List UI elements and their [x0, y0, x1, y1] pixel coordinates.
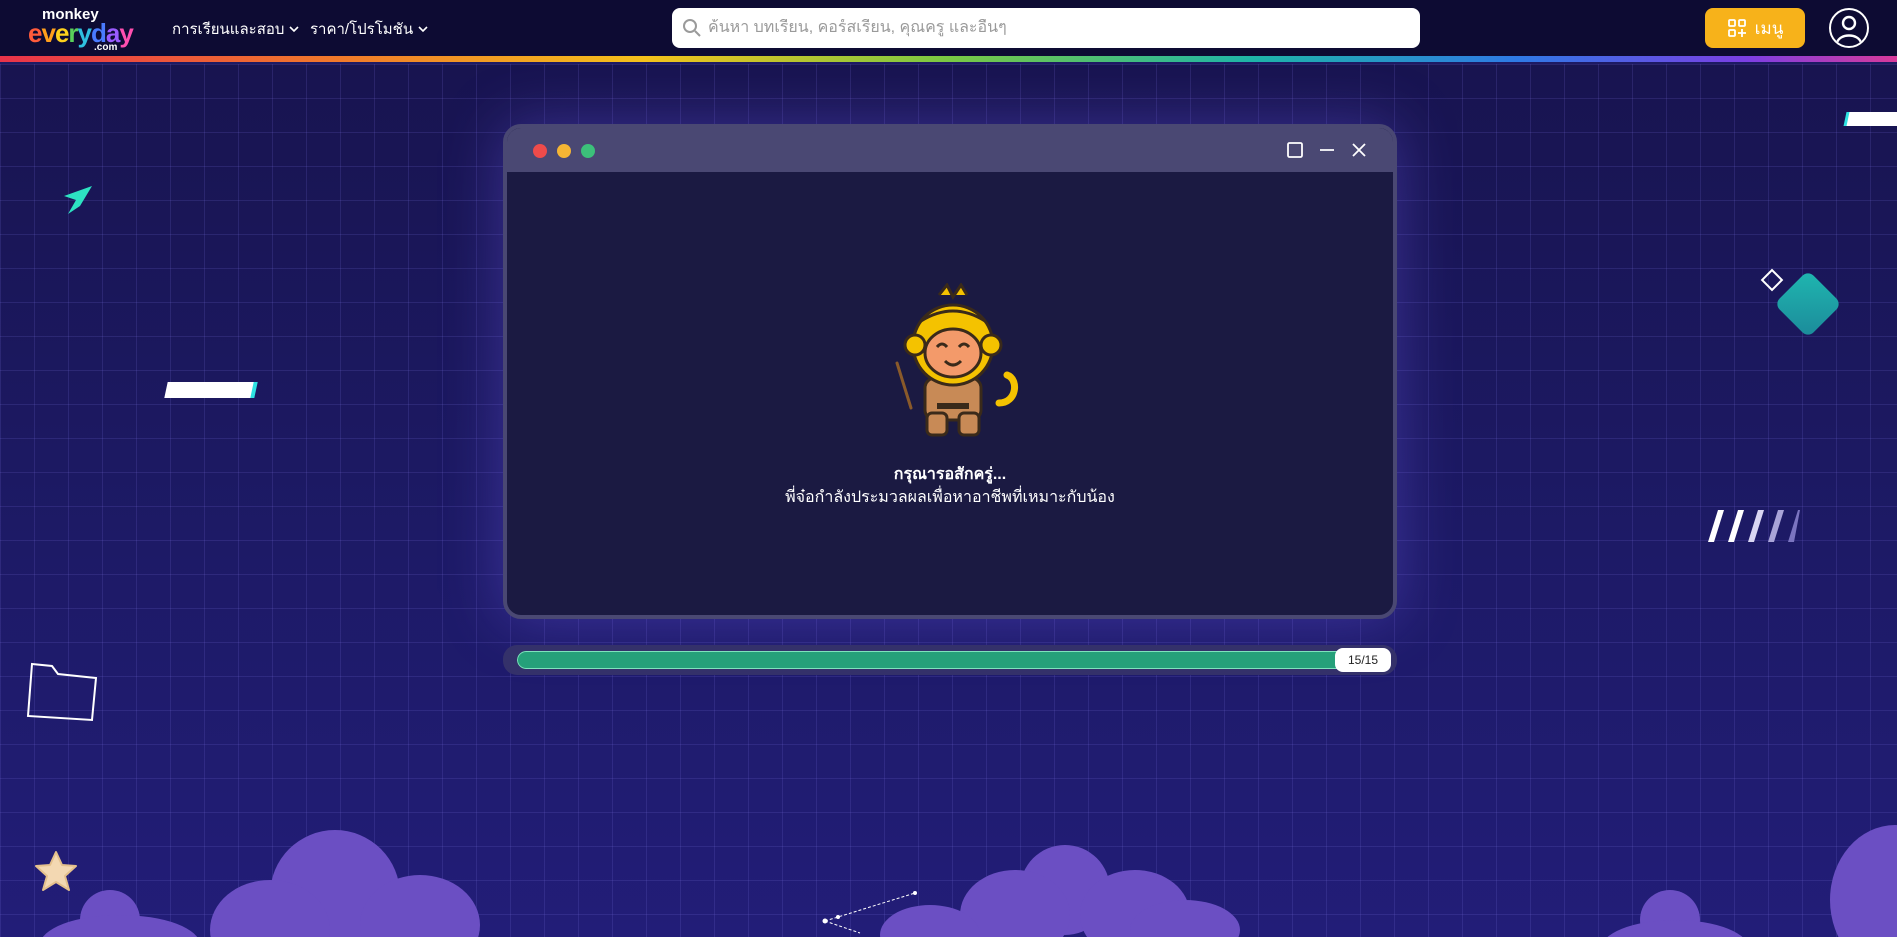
rainbow-divider	[0, 56, 1897, 62]
minimize-icon[interactable]	[1317, 140, 1337, 160]
progress-fill	[517, 651, 1383, 669]
loading-window: กรุณารอสักครู่... พี่จ๋อกำลังประมวลผลเพื…	[503, 124, 1397, 619]
window-titlebar	[507, 128, 1393, 172]
user-icon	[1835, 15, 1863, 44]
nav-learning-label: การเรียนและสอบ	[172, 21, 285, 38]
menu-button[interactable]: เมนู	[1705, 8, 1805, 48]
nav-pricing-label: ราคา/โปรโมชัน	[310, 21, 414, 38]
apps-grid-icon	[1727, 19, 1746, 37]
chevron-down-icon	[418, 26, 428, 33]
search-input[interactable]	[708, 19, 1388, 37]
star-icon	[35, 851, 77, 891]
user-avatar-icon[interactable]	[1829, 8, 1869, 48]
nav-pricing-dropdown[interactable]: ราคา/โปรโมชัน	[310, 17, 429, 41]
logo[interactable]: monkey everyday .com	[28, 6, 148, 53]
loading-title: กรุณารอสักครู่...	[893, 466, 1007, 483]
search-bar[interactable]	[672, 8, 1420, 48]
menu-label: เมนู	[1754, 18, 1784, 38]
nav-learning-dropdown[interactable]: การเรียนและสอบ	[172, 17, 300, 41]
progress-bar: 15/15	[503, 645, 1397, 675]
progress-track	[517, 651, 1383, 669]
maximize-icon[interactable]	[1285, 140, 1305, 160]
zoom-dot	[581, 144, 595, 158]
stripes-decor	[1708, 510, 1800, 542]
monkey-mascot-icon	[895, 283, 1018, 437]
top-navigation: monkey everyday .com การเรียนและสอบ ราคา…	[0, 0, 1897, 58]
chevron-down-icon	[289, 26, 299, 33]
decor-bar	[164, 382, 254, 398]
paper-plane-icon	[64, 186, 92, 214]
search-icon	[683, 19, 701, 37]
progress-count: 15/15	[1335, 648, 1391, 672]
loading-subtitle: พี่จ๋อกำลังประมวลผลเพื่อหาอาชีพที่เหมาะก…	[785, 489, 1115, 506]
decor-bar-right	[1846, 112, 1897, 126]
logo-suffix-text: .com	[94, 42, 118, 53]
folder-icon	[26, 662, 98, 722]
close-icon[interactable]	[1349, 140, 1369, 160]
minimize-dot	[557, 144, 571, 158]
close-dot	[533, 144, 547, 158]
